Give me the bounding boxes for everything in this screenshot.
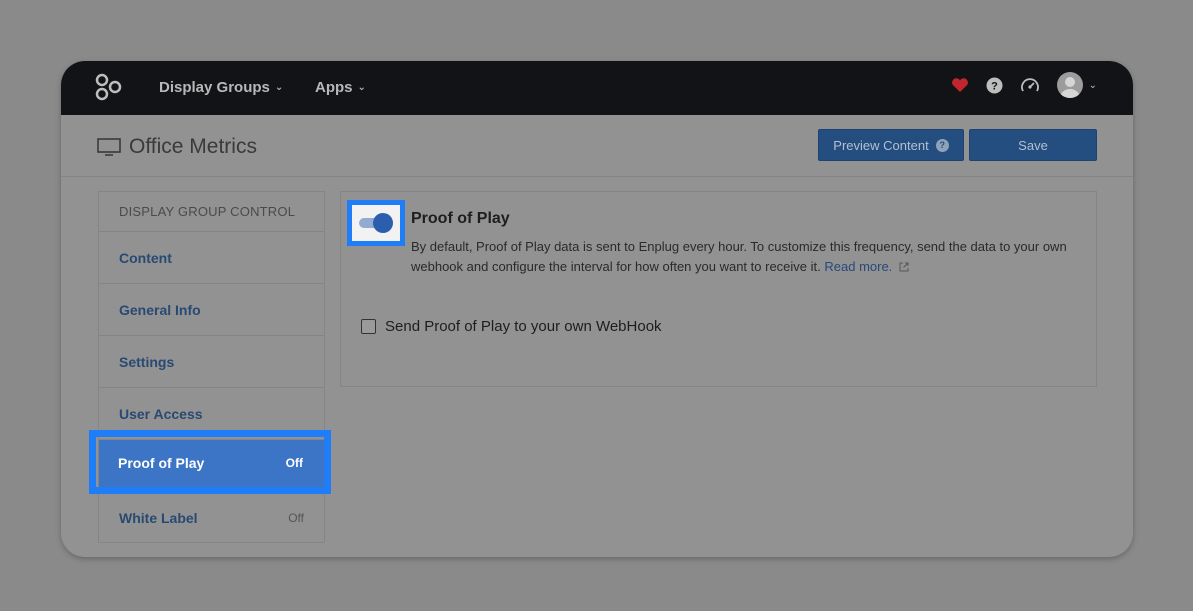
- avatar: [1056, 72, 1083, 98]
- top-right-icons: ? ⌄: [951, 72, 1097, 98]
- panel-description: By default, Proof of Play data is sent t…: [411, 237, 1083, 277]
- webhook-checkbox[interactable]: [361, 319, 376, 334]
- status-badge: Off: [285, 455, 303, 470]
- preview-content-button[interactable]: Preview Content ?: [818, 129, 964, 161]
- chevron-down-icon: ⌄: [357, 82, 366, 93]
- help-icon: ?: [935, 138, 949, 152]
- panel-title: Proof of Play: [411, 210, 510, 227]
- sidebar-item-label: White Label: [119, 510, 198, 526]
- sidebar-item-label: Settings: [119, 353, 175, 370]
- nav-apps-label: Apps: [315, 79, 353, 96]
- sidebar-item-label: Proof of Play: [118, 454, 205, 471]
- read-more-link[interactable]: Read more.: [824, 259, 892, 274]
- sidebar-item-white-label[interactable]: White Label Off: [99, 492, 324, 544]
- toggle-knob: [373, 213, 393, 233]
- sidebar-item-settings[interactable]: Settings: [99, 336, 324, 388]
- sidebar-item-label: Content: [119, 249, 172, 266]
- external-link-icon: [899, 262, 909, 272]
- nav-apps[interactable]: Apps ⌄: [315, 79, 366, 96]
- toggle-container: [352, 205, 400, 241]
- sidebar-heading: DISPLAY GROUP CONTROL: [99, 192, 324, 232]
- page-header: Office Metrics Preview Content ? Save: [61, 115, 1133, 177]
- heart-icon[interactable]: [951, 77, 969, 93]
- save-button[interactable]: Save: [969, 129, 1097, 161]
- svg-text:?: ?: [991, 80, 998, 92]
- user-menu[interactable]: ⌄: [1056, 72, 1097, 98]
- top-navigation-bar: Display Groups ⌄ Apps ⌄ ? ⌄: [61, 61, 1133, 115]
- nav-display-groups[interactable]: Display Groups ⌄: [159, 79, 283, 96]
- proof-of-play-toggle[interactable]: [359, 213, 393, 233]
- sidebar-item-general-info[interactable]: General Info: [99, 284, 324, 336]
- sidebar-item-proof-of-play[interactable]: Proof of Play Off: [100, 440, 321, 485]
- status-badge: Off: [288, 511, 304, 525]
- dashboard-icon[interactable]: [1020, 76, 1040, 94]
- toggle-highlight: [347, 200, 405, 246]
- sidebar-item-label: General Info: [119, 301, 201, 318]
- nav-display-groups-label: Display Groups: [159, 79, 270, 96]
- preview-content-label: Preview Content: [833, 137, 929, 153]
- chevron-down-icon: ⌄: [1088, 79, 1097, 91]
- help-icon[interactable]: ?: [986, 77, 1003, 94]
- chevron-down-icon: ⌄: [274, 82, 284, 93]
- proof-of-play-panel: Proof of Play By default, Proof of Play …: [340, 191, 1097, 387]
- description-text: By default, Proof of Play data is sent t…: [411, 239, 1067, 274]
- save-label: Save: [1018, 137, 1048, 153]
- page-title-group: Office Metrics: [97, 135, 257, 159]
- enplug-logo-icon[interactable]: [95, 73, 123, 101]
- webhook-checkbox-label[interactable]: Send Proof of Play to your own WebHook: [385, 318, 662, 335]
- monitor-icon: [97, 138, 121, 156]
- sidebar-item-user-access[interactable]: User Access: [99, 388, 324, 440]
- sidebar-item-label: User Access: [119, 405, 203, 422]
- webhook-option: Send Proof of Play to your own WebHook: [361, 318, 662, 335]
- sidebar: DISPLAY GROUP CONTROL Content General In…: [98, 191, 325, 543]
- sidebar-item-content[interactable]: Content: [99, 232, 324, 284]
- page-title: Office Metrics: [129, 135, 257, 158]
